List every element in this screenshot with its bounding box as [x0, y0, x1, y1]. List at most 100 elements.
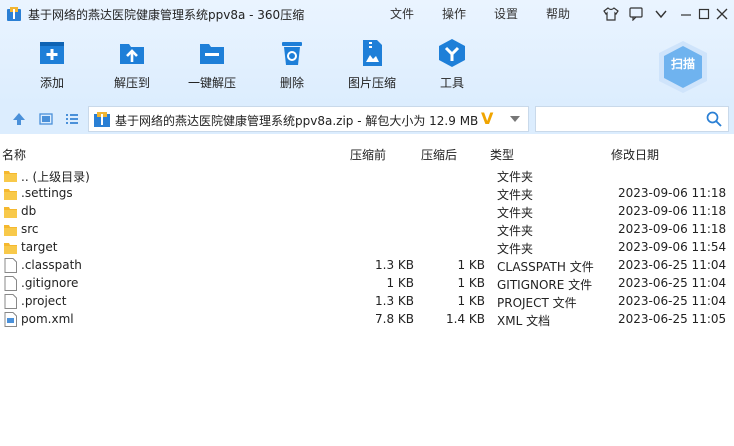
- file-name: pom.xml: [21, 312, 74, 326]
- file-name: target: [21, 240, 58, 254]
- xml-file-icon: [4, 312, 17, 327]
- file-size-after: 1 KB: [457, 294, 485, 308]
- folder-icon: [4, 243, 17, 254]
- file-type: CLASSPATH 文件: [497, 260, 594, 274]
- file-size-after: 1.4 KB: [446, 312, 485, 326]
- menu-file[interactable]: 文件: [390, 5, 414, 22]
- file-type: PROJECT 文件: [497, 296, 577, 310]
- table-row[interactable]: .classpath 1.3 KB 1 KB CLASSPATH 文件 2023-06-…: [0, 257, 734, 275]
- image-compress-label: 图片压缩: [347, 76, 396, 90]
- table-row[interactable]: target 文件夹 2023-09-06 11:54: [0, 239, 734, 257]
- delete-icon: [282, 42, 302, 65]
- menu-settings[interactable]: 设置: [494, 5, 518, 22]
- file-modified-date: 2023-06-25 11:04: [618, 258, 727, 272]
- folder-icon: [4, 207, 17, 218]
- window-title: 基于网络的燕达医院健康管理系统ppv8a - 360压缩: [28, 8, 305, 22]
- file-modified-date: 2023-06-25 11:05: [618, 312, 727, 326]
- delete-button[interactable]: 删除: [257, 38, 327, 91]
- tools-label: 工具: [439, 76, 464, 90]
- path-dropdown-icon[interactable]: [509, 113, 521, 125]
- table-row[interactable]: db 文件夹 2023-09-06 11:18: [0, 203, 734, 221]
- add-icon: [40, 42, 64, 64]
- tools-icon: [439, 39, 465, 67]
- file-type: 文件夹: [497, 188, 534, 202]
- column-compressed-after[interactable]: 压缩后: [421, 146, 457, 163]
- table-row[interactable]: .project 1.3 KB 1 KB PROJECT 文件 2023-06-25 1…: [0, 293, 734, 311]
- file-name: .project: [21, 294, 67, 308]
- add-button[interactable]: 添加: [17, 38, 87, 91]
- file-modified-date: 2023-09-06 11:18: [618, 204, 727, 218]
- file-modified-date: 2023-09-06 11:18: [618, 186, 727, 200]
- one-click-extract-icon: [200, 44, 224, 64]
- file-modified-date: 2023-09-06 11:18: [618, 222, 727, 236]
- table-row[interactable]: src 文件夹 2023-09-06 11:18: [0, 221, 734, 239]
- file-type: 文件夹: [497, 206, 534, 220]
- dropdown-menu-icon[interactable]: [651, 4, 671, 24]
- file-size-before: 1 KB: [386, 276, 414, 290]
- archive-app-icon: [7, 7, 21, 21]
- close-icon[interactable]: [712, 4, 732, 24]
- file-type: GITIGNORE 文件: [497, 278, 593, 292]
- file-size-after: 1 KB: [457, 258, 485, 272]
- search-input[interactable]: [535, 106, 729, 132]
- file-modified-date: 2023-06-25 11:04: [618, 294, 727, 308]
- file-name: src: [21, 222, 39, 236]
- one-click-extract-button[interactable]: 一键解压: [177, 38, 247, 91]
- image-compress-icon: [363, 40, 382, 66]
- column-type[interactable]: 类型: [490, 146, 514, 163]
- list-view-icon[interactable]: [65, 112, 79, 126]
- file-icon: [4, 276, 17, 291]
- delete-label: 删除: [279, 76, 304, 90]
- up-arrow-icon[interactable]: [12, 112, 26, 126]
- table-row[interactable]: pom.xml 7.8 KB 1.4 KB XML 文档 2023-06-25 11:0…: [0, 311, 734, 329]
- extract-to-button[interactable]: 解压到: [97, 38, 167, 91]
- file-type: 文件夹: [497, 242, 534, 256]
- folder-icon: [4, 171, 17, 182]
- chat-icon[interactable]: [626, 4, 646, 24]
- extract-to-icon: [120, 44, 144, 64]
- table-row[interactable]: .settings 文件夹 2023-09-06 11:18: [0, 185, 734, 203]
- path-text: 基于网络的燕达医院健康管理系统ppv8a.zip - 解包大小为 12.9 MB: [115, 114, 479, 128]
- maximize-icon[interactable]: [694, 4, 714, 24]
- file-name: .gitignore: [21, 276, 79, 290]
- file-size-before: 1.3 KB: [375, 294, 414, 308]
- file-type: XML 文档: [497, 314, 551, 328]
- file-modified-date: 2023-06-25 11:04: [618, 276, 727, 290]
- file-type: 文件夹: [497, 224, 534, 238]
- file-size-before: 7.8 KB: [375, 312, 414, 326]
- file-name: .settings: [21, 186, 73, 200]
- column-compressed-before[interactable]: 压缩前: [350, 146, 386, 163]
- table-row[interactable]: .. (上级目录) 文件夹: [0, 167, 734, 185]
- add-label: 添加: [39, 76, 64, 90]
- file-name: db: [21, 204, 37, 218]
- file-size-before: 1.3 KB: [375, 258, 414, 272]
- file-name: .. (上级目录): [21, 170, 90, 184]
- scan-button[interactable]: 扫描: [657, 40, 709, 94]
- path-input[interactable]: 基于网络的燕达医院健康管理系统ppv8a.zip - 解包大小为 12.9 MB…: [88, 106, 529, 132]
- folder-icon: [4, 189, 17, 200]
- minimize-icon[interactable]: [676, 4, 696, 24]
- extract-to-label: 解压到: [113, 76, 150, 90]
- title-bar: 基于网络的燕达医院健康管理系统ppv8a - 360压缩 文件 操作 设置 帮助: [0, 0, 734, 28]
- column-modified-date[interactable]: 修改日期: [611, 146, 659, 163]
- shirt-skin-icon[interactable]: [601, 4, 621, 24]
- one-click-extract-label: 一键解压: [187, 76, 236, 90]
- table-row[interactable]: .gitignore 1 KB 1 KB GITIGNORE 文件 2023-06-25…: [0, 275, 734, 293]
- file-type: 文件夹: [497, 170, 534, 184]
- image-compress-button[interactable]: 图片压缩: [337, 38, 407, 91]
- tools-button[interactable]: 工具: [417, 38, 487, 91]
- file-icon: [4, 294, 17, 309]
- file-modified-date: 2023-09-06 11:54: [618, 240, 727, 254]
- file-icon: [4, 258, 17, 273]
- zip-file-icon: [94, 112, 110, 127]
- menu-operation[interactable]: 操作: [442, 5, 466, 22]
- thumbnail-view-icon[interactable]: [39, 112, 53, 126]
- scan-label: 扫描: [670, 57, 695, 71]
- search-icon[interactable]: [706, 111, 722, 127]
- file-size-after: 1 KB: [457, 276, 485, 290]
- folder-icon: [4, 225, 17, 236]
- v-badge-icon[interactable]: V: [481, 109, 493, 128]
- column-name[interactable]: 名称: [2, 146, 26, 163]
- menu-help[interactable]: 帮助: [546, 5, 570, 22]
- file-name: .classpath: [21, 258, 82, 272]
